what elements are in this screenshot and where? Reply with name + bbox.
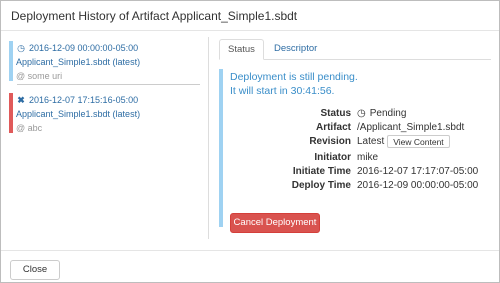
deployment-history-list: ◷ 2016-12-09 00:00:00-05:00 Applicant_Sim… (9, 37, 202, 239)
field-status: Status ◷ Pending (223, 107, 491, 121)
field-initiator-value: mike (357, 152, 379, 163)
history-artifact[interactable]: Applicant_Simple1.sbdt (latest) (16, 107, 194, 121)
field-status-key: Status (320, 108, 351, 119)
field-status-value: Pending (369, 108, 407, 119)
history-date-line[interactable]: ✖ 2016-12-07 17:15:16-05:00 (16, 93, 194, 107)
close-button[interactable]: Close (10, 260, 60, 280)
history-date: 2016-12-09 00:00:00-05:00 (29, 43, 139, 53)
field-artifact-value: /Applicant_Simple1.sbdt (357, 122, 465, 133)
field-deploy-time-value: 2016-12-09 00:00:00-05:00 (357, 180, 479, 191)
field-initiator-key: Initiator (314, 152, 351, 163)
history-date: 2016-12-07 17:15:16-05:00 (29, 95, 139, 105)
detail-tabs: Status Descriptor (219, 39, 491, 60)
status-panel: Deployment is still pending. It will sta… (219, 69, 491, 227)
field-artifact: Artifact /Applicant_Simple1.sbdt (223, 121, 491, 135)
history-item-content: ◷ 2016-12-09 00:00:00-05:00 Applicant_Sim… (16, 41, 194, 83)
pending-message-line1: Deployment is still pending. (230, 71, 358, 83)
field-initiator: Initiator mike (223, 151, 491, 165)
history-artifact[interactable]: Applicant_Simple1.sbdt (latest) (16, 55, 194, 69)
field-revision-value: Latest (357, 136, 385, 147)
history-item-pending[interactable]: ◷ 2016-12-09 00:00:00-05:00 Applicant_Sim… (9, 41, 191, 81)
view-content-button[interactable]: View Content (387, 135, 450, 148)
field-revision-value-wrap: Latest View Content (357, 135, 450, 149)
field-initiate-time: Initiate Time 2016-12-07 17:17:07-05:00 (223, 165, 491, 179)
history-location: @ abc (16, 123, 43, 133)
field-revision-key: Revision (309, 136, 351, 147)
status-bar-failed (9, 93, 13, 133)
history-location: @ some uri (16, 71, 63, 81)
clock-icon: ◷ (17, 43, 25, 53)
history-date-line[interactable]: ◷ 2016-12-09 00:00:00-05:00 (16, 41, 194, 55)
field-initiate-time-value: 2016-12-07 17:17:07-05:00 (357, 166, 479, 177)
cancel-deployment-button[interactable]: Cancel Deployment (230, 213, 320, 233)
field-artifact-key: Artifact (315, 122, 351, 133)
deployment-history-modal: Deployment History of Artifact Applicant… (0, 0, 500, 283)
clock-icon: ◷ (357, 108, 366, 119)
pending-message: Deployment is still pending. It will sta… (230, 70, 358, 98)
history-item-content: ✖ 2016-12-07 17:15:16-05:00 Applicant_Sim… (16, 93, 194, 135)
pending-message-line2: It will start in 30:41:56. (230, 85, 335, 97)
history-item-failed[interactable]: ✖ 2016-12-07 17:15:16-05:00 Applicant_Sim… (9, 93, 191, 133)
modal-header: Deployment History of Artifact Applicant… (1, 1, 499, 31)
field-deploy-time-key: Deploy Time (291, 180, 351, 191)
deployment-detail-pane: Status Descriptor Deployment is still pe… (208, 37, 491, 239)
field-status-value-wrap: ◷ Pending (357, 107, 406, 121)
field-revision: Revision Latest View Content (223, 135, 491, 149)
status-bar-pending (9, 41, 13, 81)
tab-descriptor[interactable]: Descriptor (266, 39, 325, 60)
cross-icon: ✖ (17, 95, 25, 105)
field-initiate-time-key: Initiate Time (292, 166, 351, 177)
field-deploy-time: Deploy Time 2016-12-09 00:00:00-05:00 (223, 179, 491, 193)
tab-status[interactable]: Status (219, 39, 264, 60)
modal-title: Deployment History of Artifact Applicant… (11, 9, 298, 23)
history-divider (17, 84, 200, 85)
modal-footer (1, 250, 499, 282)
